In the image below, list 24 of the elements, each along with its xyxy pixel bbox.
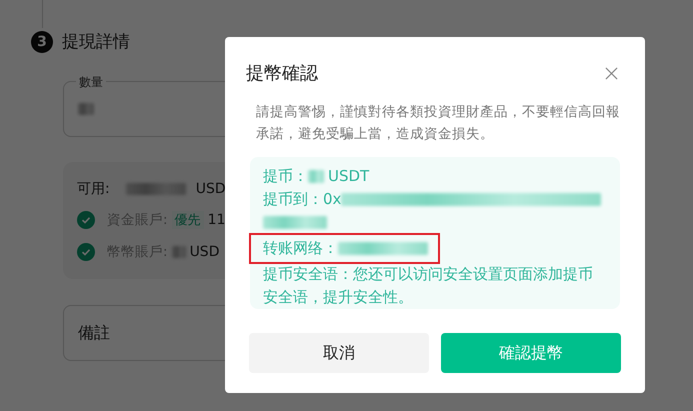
section-title: 提現詳情 — [62, 31, 130, 53]
blurred-value — [172, 246, 186, 258]
priority-tag: 優先 — [172, 211, 204, 230]
blurred-value — [308, 170, 324, 183]
blurred-value — [263, 216, 327, 229]
detail-label: 提币： — [263, 166, 308, 187]
warning-text: 請提高警惕，謹慎對待各類投資理財產品，不要輕信高回報承諾，避免受騙上當，造成資金損失。 — [256, 103, 621, 144]
account-amount: 11 — [208, 212, 226, 228]
check-circle-icon[interactable] — [77, 211, 95, 230]
close-icon[interactable] — [605, 66, 618, 80]
check-circle-icon[interactable] — [77, 242, 95, 261]
blurred-value — [126, 183, 186, 196]
cancel-button[interactable]: 取消 — [249, 333, 429, 373]
detail-value: 0x — [323, 189, 342, 210]
available-label: 可用: — [77, 180, 110, 198]
available-unit: USD — [196, 181, 226, 198]
detail-value: USDT — [328, 166, 370, 187]
account-unit: USD — [190, 244, 220, 260]
step-number: 3 — [31, 30, 53, 52]
dialog-title: 提幣確認 — [246, 62, 318, 85]
blurred-value — [78, 103, 94, 115]
detail-label: 提币到： — [263, 189, 323, 210]
detail-label: 转账网络： — [263, 238, 338, 259]
security-note: 提币安全语：您还可以访问安全设置页面添加提币安全语，提升安全性。 — [263, 264, 594, 308]
